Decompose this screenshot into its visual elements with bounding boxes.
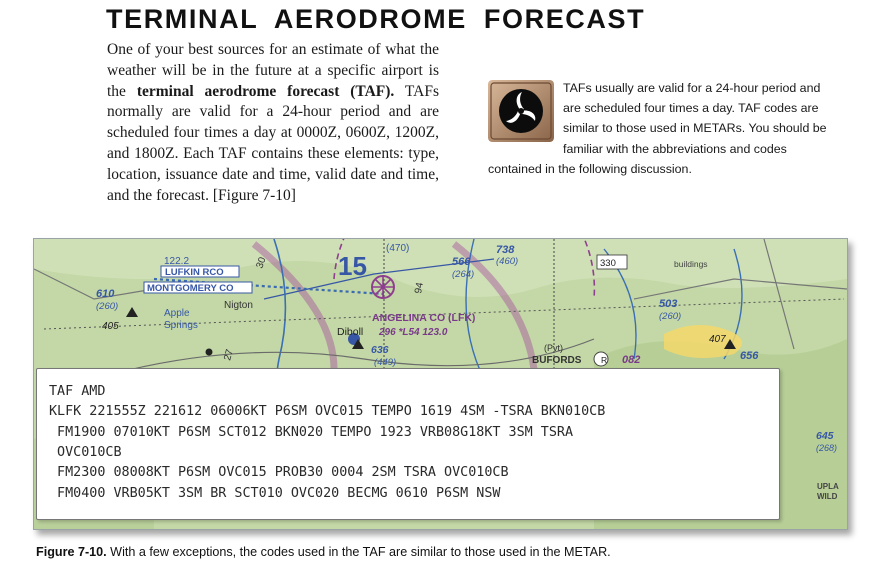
map-label-260b: (260) — [659, 311, 681, 322]
map-label-566: 566 — [452, 256, 471, 268]
page-heading: TERMINAL AERODROME FORECAST — [106, 4, 646, 34]
map-label-645: 645 — [816, 430, 834, 442]
map-label-449: (449) — [374, 357, 396, 368]
map-label-264: (264) — [452, 269, 474, 280]
taf-line: FM1900 07010KT P6SM SCT012 BKN020 TEMPO … — [49, 425, 574, 440]
taf-line: KLFK 221555Z 221612 06006KT P6SM OVC015 … — [49, 404, 606, 419]
map-label-405: 405 — [102, 321, 119, 332]
map-label-airport-info: 296 *L54 123.0 — [378, 327, 448, 338]
map-label-738: 738 — [496, 244, 515, 256]
map-label-470: (470) — [386, 243, 409, 254]
taf-line: TAF AMD — [49, 384, 106, 399]
map-label-apple: Apple — [164, 308, 190, 319]
map-label-freq: 122.2 — [164, 256, 189, 267]
map-label-610: 610 — [96, 288, 115, 300]
map-label-nigton: Nigton — [224, 300, 253, 311]
map-label-springs: Springs — [164, 320, 198, 331]
map-label-bufords: BUFORDS — [532, 355, 582, 366]
map-label-diboll: Diboll — [337, 326, 363, 338]
map-label-buildings: buildings — [674, 259, 708, 269]
map-label-wild: WILD — [817, 492, 838, 501]
map-label-407: 407 — [709, 334, 726, 345]
map-label-082: 082 — [622, 354, 640, 366]
taf-report-box: TAF AMD KLFK 221555Z 221612 06006KT P6SM… — [36, 368, 780, 520]
intro-paragraph: One of your best sources for an estimate… — [107, 40, 439, 206]
map-label-airport: ANGELINA CO (LFK) — [372, 312, 475, 324]
map-label-vor-name: LUFKIN RCO — [165, 267, 224, 278]
figure-caption: Figure 7-10. With a few exceptions, the … — [36, 545, 611, 559]
map-label-r: R — [601, 355, 607, 365]
map-label-upland: UPLA — [817, 482, 839, 491]
map-label-636: 636 — [371, 344, 389, 356]
map-label-pvt: (Pvt) — [544, 343, 563, 353]
map-label-330: 330 — [600, 258, 616, 269]
taf-line: FM2300 08008KT P6SM OVC015 PROB30 0004 2… — [49, 465, 509, 480]
map-label-260a: (260) — [96, 301, 118, 312]
figure-caption-text: With a few exceptions, the codes used in… — [106, 545, 611, 559]
dot-trifold-logo-icon — [488, 80, 554, 142]
map-label-656: 656 — [740, 350, 759, 362]
intro-bold-term: terminal aerodrome forecast (TAF). — [136, 82, 395, 100]
figure-caption-label: Figure 7-10. — [36, 545, 107, 559]
taf-line: FM0400 VRB05KT 3SM BR SCT010 OVC020 BECM… — [49, 486, 501, 501]
map-label-mef: 15 — [338, 251, 367, 281]
taf-line: OVC010CB — [49, 445, 122, 460]
map-label-montgomery: MONTGOMERY CO — [147, 283, 234, 294]
intro-text-after: TAFs normally are valid for a 24-hour pe… — [107, 82, 439, 204]
map-label-460: (460) — [496, 256, 518, 267]
map-label-268: (268) — [816, 443, 837, 453]
map-label-503: 503 — [659, 298, 677, 310]
sidebar-note: TAFs usually are valid for a 24-hour per… — [488, 78, 828, 179]
